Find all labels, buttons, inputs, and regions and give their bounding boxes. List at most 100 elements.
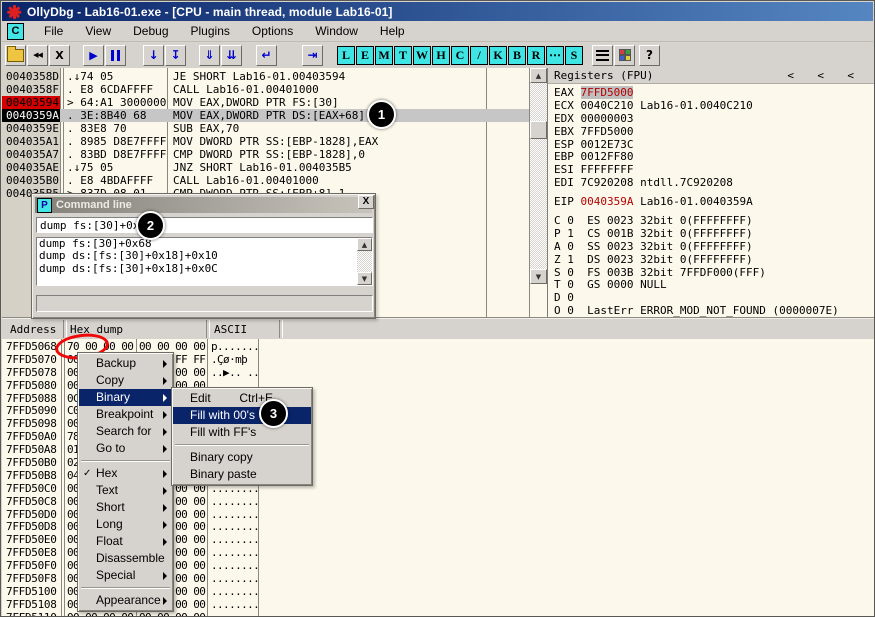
scrollbar-track[interactable] bbox=[357, 251, 372, 272]
sub-binary-copy[interactable]: Binary copy bbox=[173, 449, 311, 466]
dump-row[interactable]: 7FFD50F800 00 00 0000 00 00 00........ bbox=[2, 573, 432, 586]
ctx-go-to[interactable]: Go to bbox=[79, 440, 172, 457]
patches-window-button[interactable]: / bbox=[470, 46, 488, 65]
disasm-row[interactable]: 004035B0. E8 4BDAFFFFCALL Lab16-01.00401… bbox=[2, 174, 529, 187]
command-history-list[interactable]: dump fs:[30]+0x68dump ds:[fs:[30]+0x18]+… bbox=[36, 237, 373, 286]
appearance-button[interactable] bbox=[614, 45, 635, 66]
breakpoints-window-button[interactable]: B bbox=[508, 46, 526, 65]
scrollbar-thumb[interactable] bbox=[530, 121, 547, 139]
call-stack-window-button[interactable]: K bbox=[489, 46, 507, 65]
ctx-special[interactable]: Special bbox=[79, 567, 172, 584]
flag-row[interactable]: P 1 CS 001B 32bit 0(FFFFFFFF) bbox=[554, 228, 872, 241]
disasm-row[interactable]: 004035AE.↓75 05JNZ SHORT Lab16-01.004035… bbox=[2, 161, 529, 174]
collapse-button[interactable]: < bbox=[847, 68, 854, 83]
dump-row[interactable]: 7FFD510800 00 00 0000 00 00 00........ bbox=[2, 599, 432, 612]
title-bar[interactable]: OllyDbg - Lab16-01.exe - [CPU - main thr… bbox=[2, 2, 873, 21]
scrollbar-track[interactable] bbox=[530, 83, 547, 269]
disassembly-scrollbar[interactable]: ▲ ▼ bbox=[530, 68, 547, 284]
handles-window-button[interactable]: H bbox=[432, 46, 450, 65]
disasm-row[interactable]: 0040358F. E8 6CDAFFFFCALL Lab16-01.00401… bbox=[2, 83, 529, 96]
menu-options[interactable]: Options bbox=[242, 22, 303, 40]
sub-edit[interactable]: EditCtrl+E bbox=[173, 390, 311, 407]
disasm-row[interactable]: 0040359E. 83E8 70SUB EAX,70 bbox=[2, 122, 529, 135]
ctx-breakpoint[interactable]: Breakpoint bbox=[79, 406, 172, 423]
ctx-backup[interactable]: Backup bbox=[79, 355, 172, 372]
restart-button[interactable]: ◀◀ bbox=[27, 45, 48, 66]
step-into-button[interactable]: ↓ bbox=[143, 45, 164, 66]
source-window-button[interactable]: S bbox=[565, 46, 583, 65]
ctx-copy[interactable]: Copy bbox=[79, 372, 172, 389]
sub-fill-with-00-s[interactable]: Fill with 00's bbox=[173, 407, 311, 424]
pause-button[interactable] bbox=[105, 45, 126, 66]
ctx-binary[interactable]: Binary bbox=[79, 389, 172, 406]
flag-row[interactable]: A 0 SS 0023 32bit 0(FFFFFFFF) bbox=[554, 241, 872, 254]
ctx-hex[interactable]: ✓Hex bbox=[79, 465, 172, 482]
ctx-float[interactable]: Float bbox=[79, 533, 172, 550]
references-window-button[interactable]: R bbox=[527, 46, 545, 65]
dump-row[interactable]: 7FFD507800 00 00 0000 00 00 00..▶.. .. bbox=[2, 367, 432, 380]
disasm-row[interactable]: 00403594> 64:A1 3000000MOV EAX,DWORD PTR… bbox=[2, 96, 529, 109]
close-icon[interactable]: X bbox=[358, 195, 374, 209]
close-program-button[interactable]: X bbox=[49, 45, 70, 66]
history-scrollbar[interactable]: ▲ ▼ bbox=[357, 238, 372, 285]
scroll-down-icon[interactable]: ▼ bbox=[530, 269, 547, 284]
windows-window-button[interactable]: W bbox=[413, 46, 431, 65]
log-window-button[interactable]: L bbox=[337, 46, 355, 65]
disasm-row[interactable]: 004035A1. 8985 D8E7FFFFMOV DWORD PTR SS:… bbox=[2, 135, 529, 148]
ctx-text[interactable]: Text bbox=[79, 482, 172, 499]
cpu-child-window-icon[interactable]: C bbox=[7, 23, 24, 40]
ctx-disassemble[interactable]: Disassemble bbox=[79, 550, 172, 567]
sub-binary-paste[interactable]: Binary paste bbox=[173, 466, 311, 483]
history-entry[interactable]: dump ds:[fs:[30]+0x18]+0x10 bbox=[37, 250, 372, 262]
scroll-up-icon[interactable]: ▲ bbox=[530, 68, 547, 83]
menu-view[interactable]: View bbox=[75, 22, 121, 40]
dump-address: 7FFD50B0 bbox=[6, 457, 57, 470]
disasm-row[interactable]: 0040359A. 3E:8B40 68MOV EAX,DWORD PTR DS… bbox=[2, 109, 529, 122]
menu-help[interactable]: Help bbox=[370, 22, 415, 40]
trace-over-button[interactable]: ⇊ bbox=[221, 45, 242, 66]
executables-window-button[interactable]: E bbox=[356, 46, 374, 65]
dump-address: 7FFD5100 bbox=[6, 586, 57, 599]
cpu-window-button[interactable]: C bbox=[451, 46, 469, 65]
register-row-eip[interactable]: EIP 0040359A Lab16-01.0040359A bbox=[554, 196, 872, 209]
register-row[interactable]: EDI 7C920208 ntdll.7C920208 bbox=[554, 177, 872, 190]
dump-row[interactable]: 7FFD50C800 00 00 0000 00 00 00........ bbox=[2, 496, 432, 509]
flag-row[interactable]: T 0 GS 0000 NULL bbox=[554, 279, 872, 292]
flag-row[interactable]: Z 1 DS 0023 32bit 0(FFFFFFFF) bbox=[554, 254, 872, 267]
step-over-button[interactable]: ↧ bbox=[165, 45, 186, 66]
collapse-button[interactable]: < bbox=[787, 68, 794, 83]
dialog-title: Command line bbox=[56, 199, 132, 211]
collapse-button[interactable]: < bbox=[817, 68, 824, 83]
command-input[interactable] bbox=[36, 217, 373, 233]
ctx-long[interactable]: Long bbox=[79, 516, 172, 533]
menu-debug[interactable]: Debug bbox=[123, 22, 178, 40]
run-trace-window-button[interactable]: ⋯ bbox=[546, 46, 564, 65]
flag-row[interactable]: C 0 ES 0023 32bit 0(FFFFFFFF) bbox=[554, 215, 872, 228]
trace-into-button[interactable]: ⇓ bbox=[199, 45, 220, 66]
disasm-instruction: CALL Lab16-01.00401000 bbox=[169, 83, 319, 96]
help-button[interactable]: ? bbox=[639, 45, 660, 66]
menu-plugins[interactable]: Plugins bbox=[181, 22, 240, 40]
windows-list-button[interactable] bbox=[592, 45, 613, 66]
dump-row[interactable]: 7FFD511000 00 00 0000 00 00 00........ bbox=[2, 612, 432, 616]
menu-file[interactable]: File bbox=[34, 22, 73, 40]
open-file-button[interactable] bbox=[5, 45, 26, 66]
disasm-row[interactable]: 004035A7. 83BD D8E7FFFFCMP DWORD PTR SS:… bbox=[2, 148, 529, 161]
disasm-row[interactable]: 0040358D.↓74 05JE SHORT Lab16-01.0040359… bbox=[2, 70, 529, 83]
ctx-short[interactable]: Short bbox=[79, 499, 172, 516]
go-to-button[interactable]: ⇥ bbox=[302, 45, 323, 66]
history-entry[interactable]: dump ds:[fs:[30]+0x18]+0x0C bbox=[37, 263, 372, 275]
threads-window-button[interactable]: T bbox=[394, 46, 412, 65]
menu-window[interactable]: Window bbox=[305, 22, 368, 40]
dump-row[interactable]: 7FFD510000 00 00 0000 00 00 00........ bbox=[2, 586, 432, 599]
registers-pane[interactable]: Registers (FPU) < < < EAX 7FFD5000ECX 00… bbox=[547, 68, 874, 317]
ctx-appearance[interactable]: Appearance bbox=[79, 592, 172, 609]
dialog-title-bar[interactable]: P Command line bbox=[35, 197, 372, 213]
scroll-up-icon[interactable]: ▲ bbox=[357, 238, 372, 251]
execute-till-return-button[interactable]: ↵ bbox=[256, 45, 277, 66]
memory-window-button[interactable]: M bbox=[375, 46, 393, 65]
scroll-down-icon[interactable]: ▼ bbox=[357, 272, 372, 285]
run-button[interactable]: ▶ bbox=[83, 45, 104, 66]
ctx-search-for[interactable]: Search for bbox=[79, 423, 172, 440]
sub-fill-with-ff-s[interactable]: Fill with FF's bbox=[173, 424, 311, 441]
